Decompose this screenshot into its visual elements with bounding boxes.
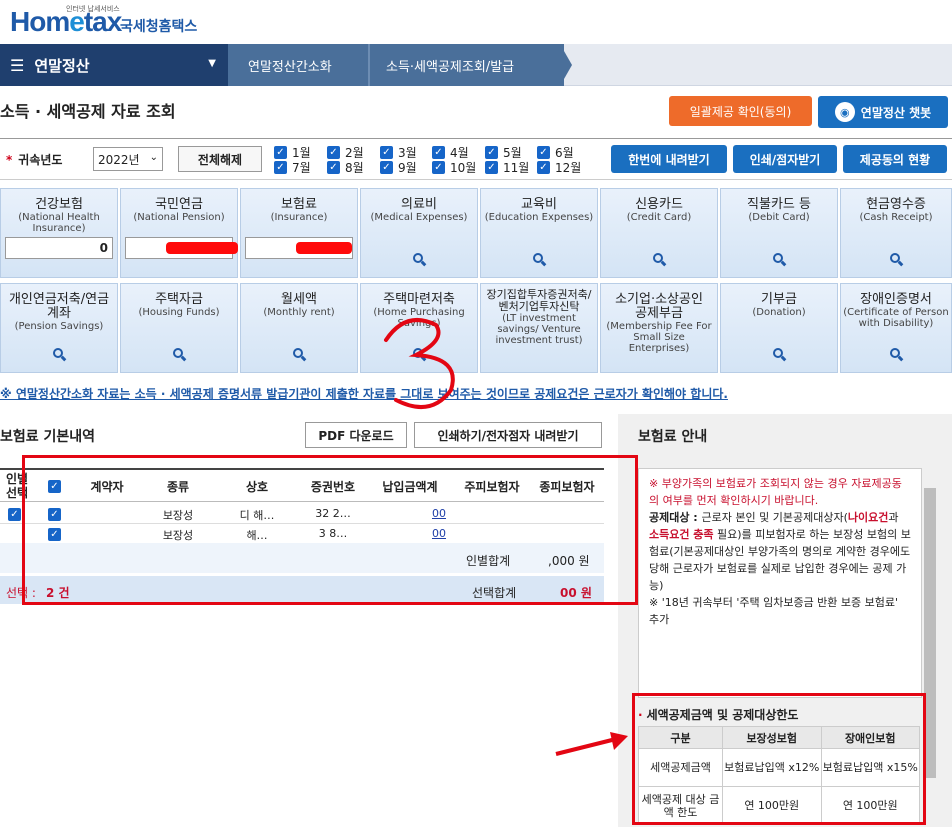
pdf-download-button[interactable]: PDF 다운로드 (305, 422, 407, 448)
bulk-consent-button[interactable]: 일괄제공 확인(동의) (669, 96, 812, 126)
guide-text-box: ※ 부양가족의 보험료가 조회되지 않는 경우 자료제공동의 여부를 먼저 확인… (638, 468, 922, 698)
filter-bar: * 귀속년도 2022년 ⌄ 전체해제 ✓ 1월 ✓ 7월 ✓ 2월 ✓ 8월 ✓ 3월 ✓ 9… (0, 138, 952, 180)
value-field (125, 237, 238, 259)
month-checkbox[interactable]: ✓ 2월 (327, 145, 364, 160)
chevron-down-icon: ⌄ (149, 152, 158, 163)
month-checkbox[interactable]: ✓ 8월 (327, 160, 364, 175)
checkbox-icon: ✓ (327, 160, 340, 174)
logo-brand: Hometax (10, 6, 122, 37)
checkbox-icon: ✓ (327, 145, 340, 159)
month-checkbox[interactable]: ✓ 12월 (537, 160, 581, 175)
month-checkbox[interactable]: ✓ 10월 (432, 160, 476, 175)
checkbox-icon: ✓ (432, 160, 445, 174)
year-select[interactable]: 2022년 ⌄ (93, 147, 163, 171)
month-checkbox[interactable]: ✓ 11월 (485, 160, 529, 175)
tile-education[interactable]: 교육비 (Education Expenses) (480, 188, 598, 278)
search-icon (653, 253, 667, 267)
print-braille-button[interactable]: 인쇄/점자받기 (733, 145, 837, 173)
annotation-stroke (384, 318, 455, 409)
checkbox-icon: ✓ (432, 145, 445, 159)
month-checkbox[interactable]: ✓ 1월 (274, 145, 311, 160)
value-field: 0 (5, 237, 113, 259)
nav-menu-button[interactable]: ☰ 연말정산 ▼ (0, 44, 228, 86)
checkbox-icon: ✓ (485, 145, 498, 159)
checkbox-icon: ✓ (380, 145, 393, 159)
guide-addition: ※ '18년 귀속부터 '주택 임차보증금 반환 보증 보험료' 추가 (649, 596, 899, 626)
tile-medical[interactable]: 의료비 (Medical Expenses) (360, 188, 478, 278)
tile-credit-card[interactable]: 신용카드 (Credit Card) (600, 188, 718, 278)
breadcrumb-arrow (560, 44, 572, 86)
nav-menu-label: 연말정산 (34, 56, 90, 75)
print-braille-download-button[interactable]: 인쇄하기/전자점자 내려받기 (414, 422, 602, 448)
caret-down-icon: ▼ (208, 58, 216, 69)
tile-housing-funds[interactable]: 주택자금 (Housing Funds) (120, 283, 238, 373)
download-all-button[interactable]: 한번에 내려받기 (611, 145, 727, 173)
annotation-number-three (384, 318, 455, 409)
checkbox-icon: ✓ (8, 508, 21, 521)
chatbot-label: 연말정산 챗봇 (860, 105, 932, 120)
tile-cash-receipt[interactable]: 현금영수증 (Cash Receipt) (840, 188, 952, 278)
search-icon (293, 348, 307, 362)
toggle-all-button[interactable]: 전체해제 (178, 146, 262, 172)
checkbox-icon: ✓ (537, 145, 550, 159)
month-checkbox[interactable]: ✓ 9월 (380, 160, 417, 175)
nav-bar: ☰ 연말정산 ▼ 연말정산간소화 소득·세액공제조회/발급 (0, 44, 952, 86)
checkbox-icon: ✓ (380, 160, 393, 174)
month-checkbox[interactable]: ✓ 4월 (432, 145, 469, 160)
search-icon (413, 253, 427, 267)
tile-health-insurance[interactable]: 건강보험 (National Health Insurance) 0 (0, 188, 118, 278)
highlight-box-table (22, 455, 638, 605)
guide-title: 보험료 안내 (638, 429, 708, 445)
tile-donation[interactable]: 기부금 (Donation) (720, 283, 838, 373)
checkbox-icon: ✓ (274, 145, 287, 159)
month-checkbox[interactable]: ✓ 3월 (380, 145, 417, 160)
month-checkbox[interactable]: ✓ 6월 (537, 145, 574, 160)
tile-pension-savings[interactable]: 개인연금저축/연금계좌 (Pension Savings) (0, 283, 118, 373)
chatbot-button[interactable]: ◉ 연말정산 챗봇 (818, 96, 948, 128)
breadcrumb-year-end[interactable]: 연말정산간소화 (228, 44, 368, 86)
tile-small-business[interactable]: 소기업·소상공인 공제부금 (Membership Fee For Small S… (600, 283, 718, 373)
tile-lt-investment[interactable]: 장기집합투자증권저축/벤처기업투자신탁 (LT investment saving… (480, 283, 598, 373)
logo-name-kr: 국세청홈택스 (120, 19, 198, 35)
notice-link[interactable]: ※ 연말정산간소화 자료는 소득 · 세액공제 증명서류 발급기관이 제출한 자… (0, 385, 728, 402)
search-icon (773, 253, 787, 267)
breadcrumb-deduction[interactable]: 소득·세액공제조회/발급 (368, 44, 564, 86)
search-icon (890, 253, 904, 267)
arrow-annotation-icon (555, 732, 628, 756)
guide-target: 공제대상 : 근로자 본인 및 기본공제대상자(나이요건과 소득요건 충족 필요… (649, 511, 911, 592)
search-icon (173, 348, 187, 362)
value-field (245, 237, 353, 259)
section-title: 보험료 기본내역 (0, 429, 96, 445)
tile-insurance[interactable]: 보험료 (Insurance) (240, 188, 358, 278)
checkbox-icon: ✓ (274, 160, 287, 174)
consent-status-button[interactable]: 제공동의 현황 (843, 145, 947, 173)
search-icon (773, 348, 787, 362)
year-label: * 귀속년도 (6, 153, 63, 167)
page-title: 소득 · 세액공제 자료 조회 (0, 102, 176, 121)
month-checkbox[interactable]: ✓ 5월 (485, 145, 522, 160)
search-icon (53, 348, 67, 362)
checkbox-icon: ✓ (537, 160, 550, 174)
tile-debit-card[interactable]: 직불카드 등 (Debit Card) (720, 188, 838, 278)
tile-national-pension[interactable]: 국민연금 (National Pension) (120, 188, 238, 278)
month-checkbox[interactable]: ✓ 7월 (274, 160, 311, 175)
redaction-mark (166, 242, 238, 254)
checkbox-icon: ✓ (485, 160, 498, 174)
tile-disability-cert[interactable]: 장애인증명서 (Certificate of Person with Disabi… (840, 283, 952, 373)
redaction-mark (296, 242, 352, 254)
search-icon (890, 348, 904, 362)
search-icon (533, 253, 547, 267)
tile-monthly-rent[interactable]: 월세액 (Monthly rent) (240, 283, 358, 373)
hometax-logo[interactable]: 인터넷 납세서비스 Hometax 국세청홈택스 (8, 4, 208, 40)
highlight-box-limit (632, 693, 926, 825)
guide-note: ※ 부양가족의 보험료가 조회되지 않는 경우 자료제공동의 여부를 먼저 확인… (649, 477, 902, 507)
hamburger-icon: ☰ (10, 55, 25, 75)
chatbot-icon: ◉ (834, 102, 855, 122)
